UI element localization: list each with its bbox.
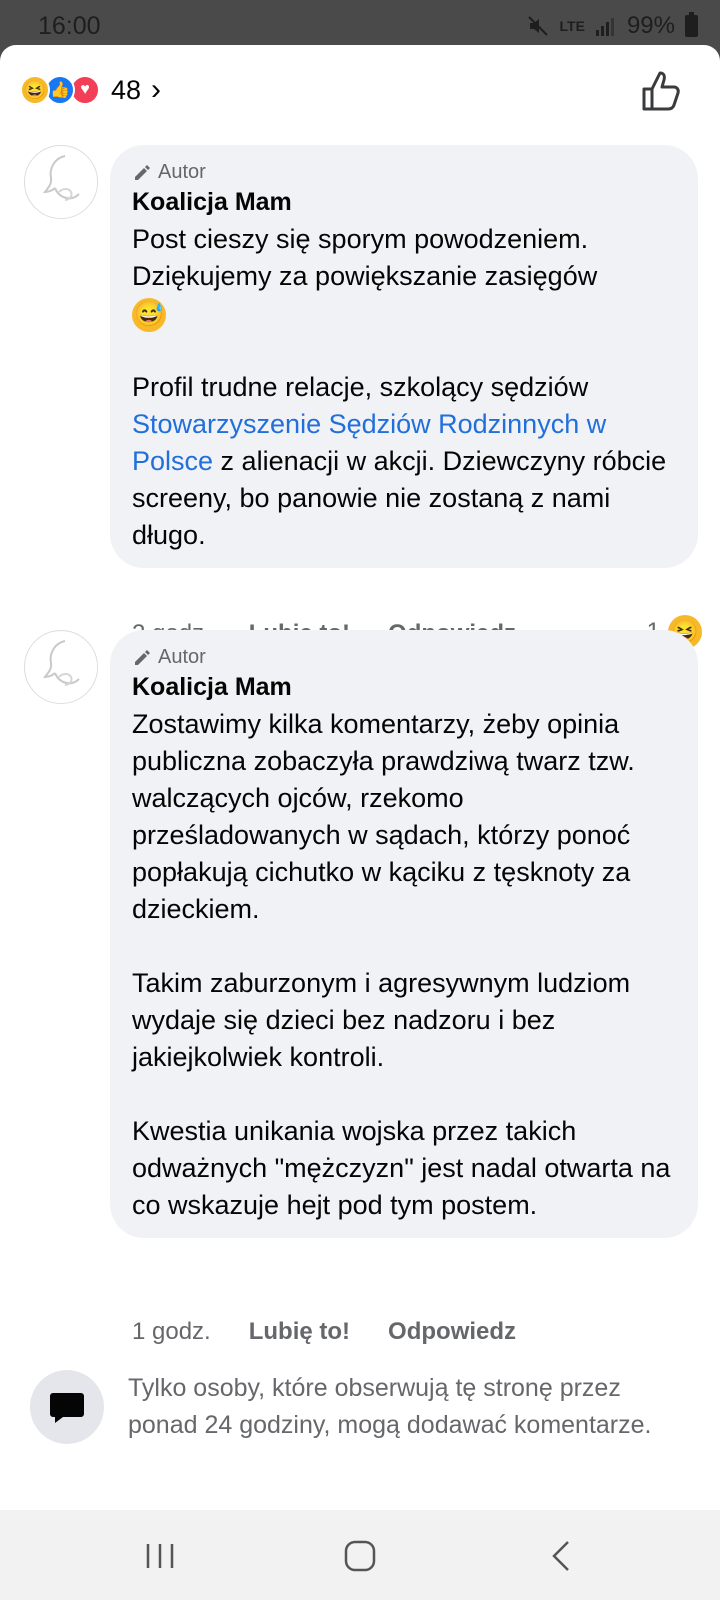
- comment-text: Zostawimy kilka komentarzy, żeby opinia …: [132, 706, 676, 1224]
- battery-icon: [685, 12, 698, 37]
- network-type-icon: LTE: [559, 18, 585, 34]
- reactions-summary[interactable]: 😆 👍 ♥ 48 ›: [20, 73, 161, 107]
- reply-button[interactable]: Odpowiedz: [388, 1318, 516, 1346]
- haha-reaction-icon: 😆: [20, 75, 50, 105]
- back-icon[interactable]: [540, 1534, 584, 1578]
- comment-time: 1 godz.: [132, 1318, 211, 1345]
- reactions-count: 48: [111, 74, 142, 105]
- comment-paragraph-after: z alienacji w akcji. Dziewczyny róbcie s…: [132, 446, 667, 550]
- comment-meta: 1 godz. Lubię to! Odpowiedz: [132, 1318, 554, 1346]
- author-badge-label: Autor: [158, 646, 206, 668]
- navigation-bar: [0, 1510, 720, 1600]
- comment-text: Post cieszy się sporym powodzeniem. Dzię…: [132, 221, 676, 554]
- like-comment-button[interactable]: Lubię to!: [249, 1318, 350, 1346]
- comments-sheet: 😆 👍 ♥ 48 › Autor Koalicja Mam Post ciesz…: [0, 45, 720, 1510]
- pencil-icon: [135, 649, 150, 665]
- notice-text: Tylko osoby, które obserwują tę stronę p…: [128, 1374, 652, 1439]
- status-bar: 16:00 LTE 99%: [0, 0, 720, 48]
- mute-icon: [527, 16, 548, 36]
- comment-bubble: Autor Koalicja Mam Zostawimy kilka komen…: [110, 630, 698, 1238]
- mother-child-logo: [26, 632, 97, 703]
- comment-paragraph-before: Profil trudne relacje, szkolący sędziów: [132, 372, 589, 402]
- comment-paragraph: Post cieszy się sporym powodzeniem. Dzię…: [132, 224, 598, 291]
- status-time: 16:00: [38, 12, 101, 40]
- mother-child-logo: [26, 147, 97, 218]
- author-badge: Autor: [132, 161, 676, 184]
- comment-bubble: Autor Koalicja Mam Post cieszy się spory…: [110, 145, 698, 568]
- comment-paragraph: Kwestia unikania wojska przez takich odw…: [132, 1116, 671, 1220]
- recent-apps-icon[interactable]: [138, 1534, 182, 1578]
- chevron-right-icon: ›: [151, 73, 162, 106]
- pencil-icon: [135, 164, 150, 180]
- home-icon[interactable]: [338, 1534, 382, 1578]
- author-badge-label: Autor: [158, 161, 206, 183]
- author-name[interactable]: Koalicja Mam: [132, 188, 676, 217]
- comment-paragraph: Zostawimy kilka komentarzy, żeby opinia …: [132, 709, 635, 924]
- avatar[interactable]: [24, 630, 98, 704]
- status-icons: LTE 99%: [526, 12, 698, 40]
- grinning-sweat-emoji: 😅: [132, 297, 166, 332]
- comment-bubble-icon: [30, 1370, 104, 1444]
- author-name[interactable]: Koalicja Mam: [132, 673, 676, 702]
- like-button-icon[interactable]: [638, 67, 686, 115]
- signal-icon: [595, 18, 614, 36]
- author-badge: Autor: [132, 646, 676, 669]
- avatar[interactable]: [24, 145, 98, 219]
- battery-percent: 99%: [626, 12, 675, 39]
- comment-paragraph: Takim zaburzonym i agresywnym ludziom wy…: [132, 968, 631, 1072]
